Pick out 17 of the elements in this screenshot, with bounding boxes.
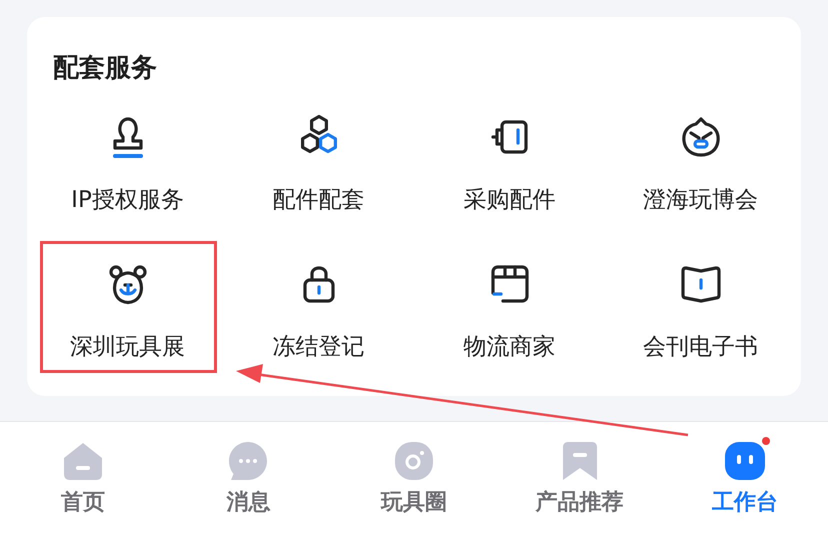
service-item[interactable]: 配件配套 — [272, 113, 364, 215]
service-item[interactable]: 深圳玩具展 — [70, 260, 185, 362]
service-item[interactable]: 会刊电子书 — [643, 260, 758, 362]
tab[interactable]: 消息 — [166, 440, 332, 518]
service-item[interactable]: IP授权服务 — [71, 113, 184, 215]
home-icon — [62, 440, 104, 482]
tab[interactable]: 工作台 — [662, 440, 828, 518]
tab[interactable]: 玩具圈 — [331, 440, 497, 518]
chat-icon — [227, 440, 270, 482]
service-item[interactable]: 物流商家 — [464, 260, 556, 362]
service-item[interactable]: 采购配件 — [464, 113, 556, 215]
tab[interactable]: 产品推荐 — [496, 440, 662, 518]
service-item[interactable]: 冻结登记 — [272, 260, 364, 362]
robot-icon — [724, 440, 766, 482]
service-item[interactable]: 澄海玩博会 — [643, 113, 758, 215]
section-title: 配套服务 — [53, 52, 157, 85]
tab[interactable]: 首页 — [0, 440, 166, 518]
